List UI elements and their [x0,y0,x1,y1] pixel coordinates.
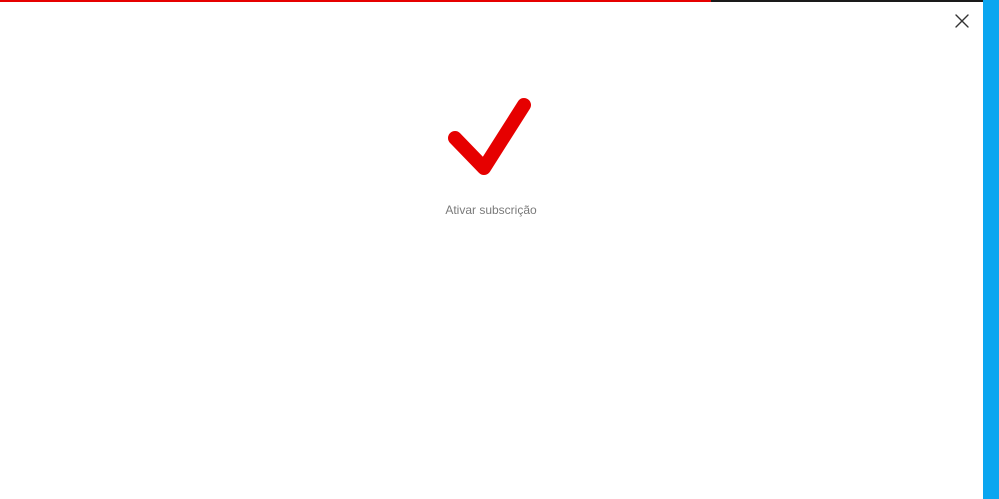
close-icon [955,14,969,28]
close-button[interactable] [951,10,973,32]
right-edge-bar [983,0,999,499]
subscription-dialog: Ativar subscrição [0,0,999,499]
progress-bar-fill [0,0,711,2]
status-message: Ativar subscrição [445,203,537,217]
checkmark-icon [448,98,531,175]
progress-bar [0,0,983,2]
